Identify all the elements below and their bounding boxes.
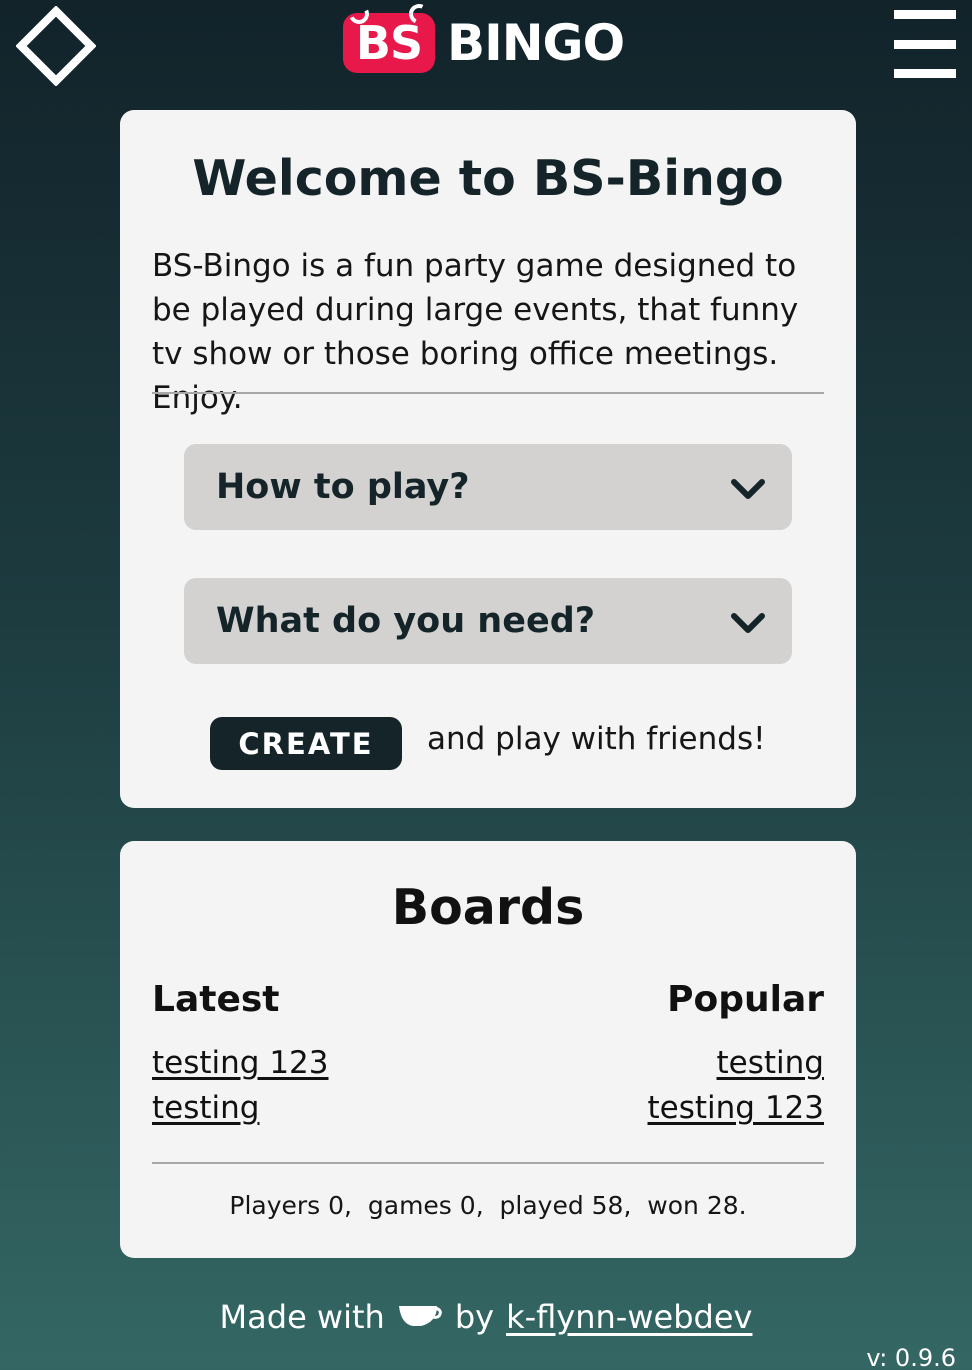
list-item: testing 123: [648, 1090, 825, 1135]
board-link[interactable]: testing 123: [152, 1045, 329, 1081]
welcome-title: Welcome to BS-Bingo: [192, 150, 784, 207]
logo-badge-text: BS: [355, 16, 423, 70]
diamond-outline-icon: [16, 6, 96, 86]
chevron-down-icon: [731, 479, 765, 499]
accordion-label: What do you need?: [216, 601, 596, 641]
divider: [152, 392, 824, 394]
app-logo[interactable]: BS BINGO: [343, 1, 625, 78]
version-label: v: 0.9.6: [866, 1344, 956, 1370]
list-item: testing: [648, 1045, 824, 1090]
chevron-down-icon: [731, 613, 765, 633]
divider: [152, 1162, 824, 1164]
menu-button[interactable]: [894, 10, 958, 78]
top-bar: BS BINGO: [0, 0, 972, 96]
what-do-you-need-accordion[interactable]: What do you need?: [184, 578, 792, 664]
how-to-play-accordion[interactable]: How to play?: [184, 444, 792, 530]
create-button[interactable]: CREATE: [210, 717, 402, 770]
popular-boards-list: testing testing 123: [648, 1045, 825, 1135]
latest-heading: Latest: [152, 979, 280, 1020]
boards-card: Boards Latest Popular testing 123 testin…: [120, 841, 856, 1258]
home-button[interactable]: [16, 6, 96, 86]
create-note: and play with friends!: [427, 721, 766, 757]
footer: Made with by k-flynn-webdev: [0, 1298, 972, 1336]
logo-badge: BS: [343, 1, 435, 73]
accordion-label: How to play?: [216, 467, 470, 507]
coffee-cup-icon: [398, 1306, 442, 1326]
welcome-card: Welcome to BS-Bingo BS-Bingo is a fun pa…: [120, 110, 856, 808]
author-link[interactable]: k-flynn-webdev: [506, 1298, 752, 1336]
list-item: testing: [152, 1090, 329, 1135]
logo-wordmark: BINGO: [447, 14, 625, 72]
latest-boards-list: testing 123 testing: [152, 1045, 329, 1135]
boards-title: Boards: [391, 879, 585, 936]
made-with-text: Made with: [219, 1298, 385, 1336]
list-item: testing 123: [152, 1045, 329, 1090]
hamburger-menu-icon: [894, 10, 956, 19]
board-link[interactable]: testing 123: [648, 1090, 825, 1126]
by-text: by: [454, 1298, 495, 1336]
stats-text: Players 0, games 0, played 58, won 28.: [229, 1191, 747, 1220]
popular-heading: Popular: [667, 979, 824, 1020]
board-link[interactable]: testing: [152, 1090, 259, 1126]
board-link[interactable]: testing: [717, 1045, 824, 1081]
